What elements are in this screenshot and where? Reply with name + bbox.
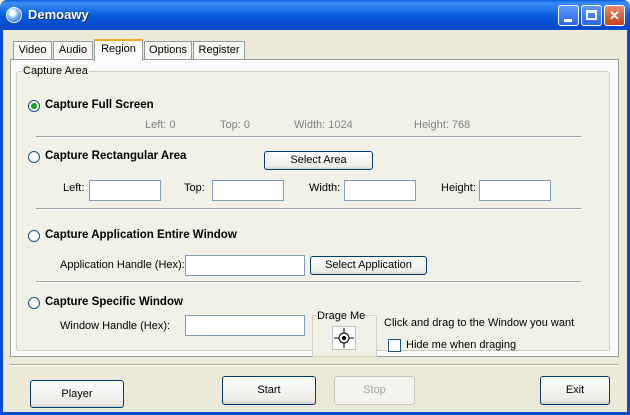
maximize-icon	[586, 10, 597, 20]
close-button[interactable]: ✕	[604, 5, 625, 26]
rect-top-label: Top:	[184, 182, 205, 194]
title-bar[interactable]: Demoawy ✕	[0, 0, 630, 30]
application-window-label[interactable]: Capture Application Entire Window	[45, 229, 237, 241]
radio-application-window[interactable]	[28, 230, 40, 242]
rect-top-input[interactable]	[212, 180, 284, 201]
full-screen-label[interactable]: Capture Full Screen	[45, 99, 154, 111]
rect-height-input[interactable]	[479, 180, 551, 201]
application-handle-label: Application Handle (Hex):	[60, 259, 185, 271]
player-button[interactable]: Player	[30, 380, 124, 408]
full-screen-left: Left: 0	[145, 119, 176, 131]
crosshair-drag-handle[interactable]	[332, 326, 356, 350]
separator	[36, 136, 581, 138]
drag-me-label: Drage Me	[316, 310, 367, 322]
rect-left-input[interactable]	[89, 180, 161, 201]
tab-options[interactable]: Options	[144, 41, 192, 59]
full-screen-top: Top: 0	[220, 119, 250, 131]
radio-full-screen[interactable]	[28, 100, 40, 112]
minimize-button[interactable]	[558, 5, 579, 26]
capture-area-label: Capture Area	[22, 65, 89, 77]
rect-height-label: Height:	[441, 182, 476, 194]
radio-specific-window[interactable]	[28, 297, 40, 309]
footer-separator	[10, 364, 619, 366]
rectangular-area-label[interactable]: Capture Rectangular Area	[45, 150, 186, 162]
separator	[36, 208, 581, 210]
stop-button[interactable]: Stop	[334, 376, 415, 405]
tab-video[interactable]: Video	[13, 41, 52, 59]
window-border-left	[0, 30, 3, 415]
close-icon: ✕	[609, 8, 620, 23]
start-button[interactable]: Start	[222, 376, 316, 405]
rect-width-label: Width:	[309, 182, 341, 194]
app-icon	[6, 7, 22, 23]
window-title: Demoawy	[28, 7, 89, 22]
full-screen-width: Width: 1024	[294, 119, 353, 131]
minimize-icon	[564, 19, 572, 22]
window-handle-label: Window Handle (Hex):	[60, 320, 171, 332]
application-handle-input[interactable]	[185, 255, 305, 276]
app-window: Demoawy ✕ Video Audio Region Options Reg…	[0, 0, 630, 415]
full-screen-height: Height: 768	[414, 119, 471, 131]
tab-region[interactable]: Region	[94, 39, 143, 61]
crosshair-icon	[334, 328, 354, 348]
radio-rectangular-area[interactable]	[28, 151, 40, 163]
exit-button[interactable]: Exit	[540, 376, 610, 405]
hide-when-dragging-label[interactable]: Hide me when draging	[406, 339, 516, 351]
specific-window-label[interactable]: Capture Specific Window	[45, 296, 183, 308]
window-handle-input[interactable]	[185, 315, 305, 336]
select-area-button[interactable]: Select Area	[264, 151, 373, 170]
rect-left-label: Left:	[63, 182, 85, 194]
select-application-button[interactable]: Select Application	[310, 256, 427, 275]
separator	[36, 281, 581, 283]
hide-when-dragging-checkbox[interactable]	[388, 339, 401, 352]
capture-area-group	[16, 71, 610, 351]
rect-width-input[interactable]	[344, 180, 416, 201]
tab-register[interactable]: Register	[193, 41, 245, 59]
maximize-button[interactable]	[581, 5, 602, 26]
tab-audio[interactable]: Audio	[53, 41, 93, 59]
drag-instruction: Click and drag to the Window you want	[384, 317, 575, 329]
